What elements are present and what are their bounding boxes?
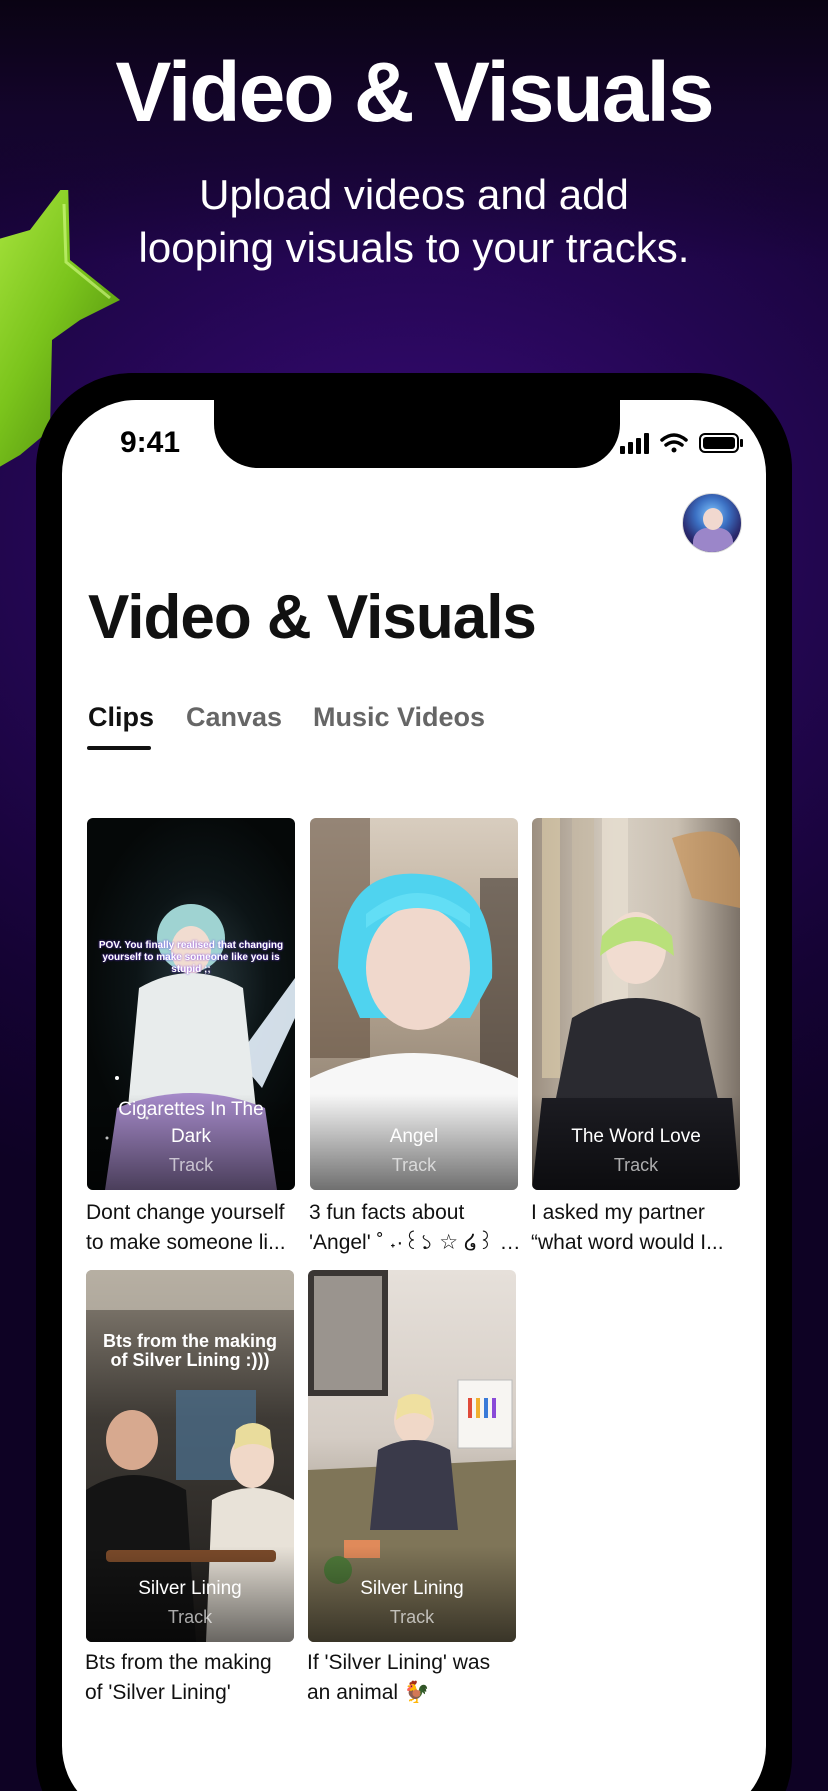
avatar-body [693,528,733,552]
battery-icon [699,433,743,453]
avatar-face [703,508,723,530]
tab-canvas[interactable]: Canvas [186,702,282,733]
clip-track-title: Silver Lining [360,1578,464,1599]
active-tab-indicator [87,746,151,750]
clip-track-title: The Word Love [571,1126,701,1147]
clip-caption[interactable]: I asked my partner “what word would I... [531,1198,743,1258]
clip-tile[interactable]: POV. You finally realised that changing … [87,818,295,1190]
caption-line: 'Angel' ˚ ˖·꒰১ ☆ ໒꒱ ·˖ ˚ [309,1231,521,1254]
clip-track-title: Cigarettes In The Dark [118,1099,264,1147]
phone-notch [214,396,620,468]
caption-line: an animal 🐓 [307,1681,431,1704]
promo-subheadline: Upload videos and add looping visuals to… [138,171,690,271]
clip-track-type: Track [389,1607,435,1627]
caption-line: 3 fun facts about [309,1201,465,1224]
clip-caption[interactable]: If 'Silver Lining' was an animal 🐓 [307,1648,519,1708]
clip-tile[interactable]: Angel Track [310,818,518,1190]
wifi-icon [660,433,688,453]
clip-overlay-text: POV. You finally realised that changing … [98,940,284,975]
caption-line: Bts from the making [85,1651,272,1674]
caption-line: “what word would I... [531,1231,724,1254]
clip-track-title: Angel [389,1126,439,1147]
clip-caption[interactable]: Bts from the making of 'Silver Lining' [85,1648,297,1708]
clip-track-type: Track [391,1155,437,1175]
clip-track-type: Track [167,1607,213,1627]
tab-clips[interactable]: Clips [88,702,154,733]
page-title: Video & Visuals [88,583,537,652]
clip-caption[interactable]: Dont change yourself to make someone li.… [86,1198,298,1258]
caption-line: If 'Silver Lining' was [307,1651,491,1674]
clip-tile[interactable]: Bts from the making of Silver Lining :))… [86,1270,294,1642]
clip-track-title: Silver Lining [138,1578,242,1599]
caption-line: to make someone li... [86,1231,286,1254]
caption-line: of 'Silver Lining' [85,1681,231,1704]
signal-icon [620,433,649,454]
caption-line: Dont change yourself [86,1201,285,1224]
clip-caption[interactable]: 3 fun facts about 'Angel' ˚ ˖·꒰১ ☆ ໒꒱ ·˖… [309,1198,521,1258]
promo-headline: Video & Visuals [115,45,714,139]
status-time: 9:41 [120,426,181,459]
status-icons [620,433,743,454]
tab-music-videos[interactable]: Music Videos [313,702,485,733]
clip-track-type: Track [613,1155,659,1175]
clip-track-type: Track [168,1155,214,1175]
clip-tile[interactable]: The Word Love Track [532,818,740,1190]
clip-tile[interactable]: Silver Lining Track [308,1270,516,1642]
clip-overlay-text: Bts from the making of Silver Lining :))… [102,1331,278,1370]
avatar[interactable] [682,493,742,553]
caption-line: I asked my partner [531,1201,705,1224]
